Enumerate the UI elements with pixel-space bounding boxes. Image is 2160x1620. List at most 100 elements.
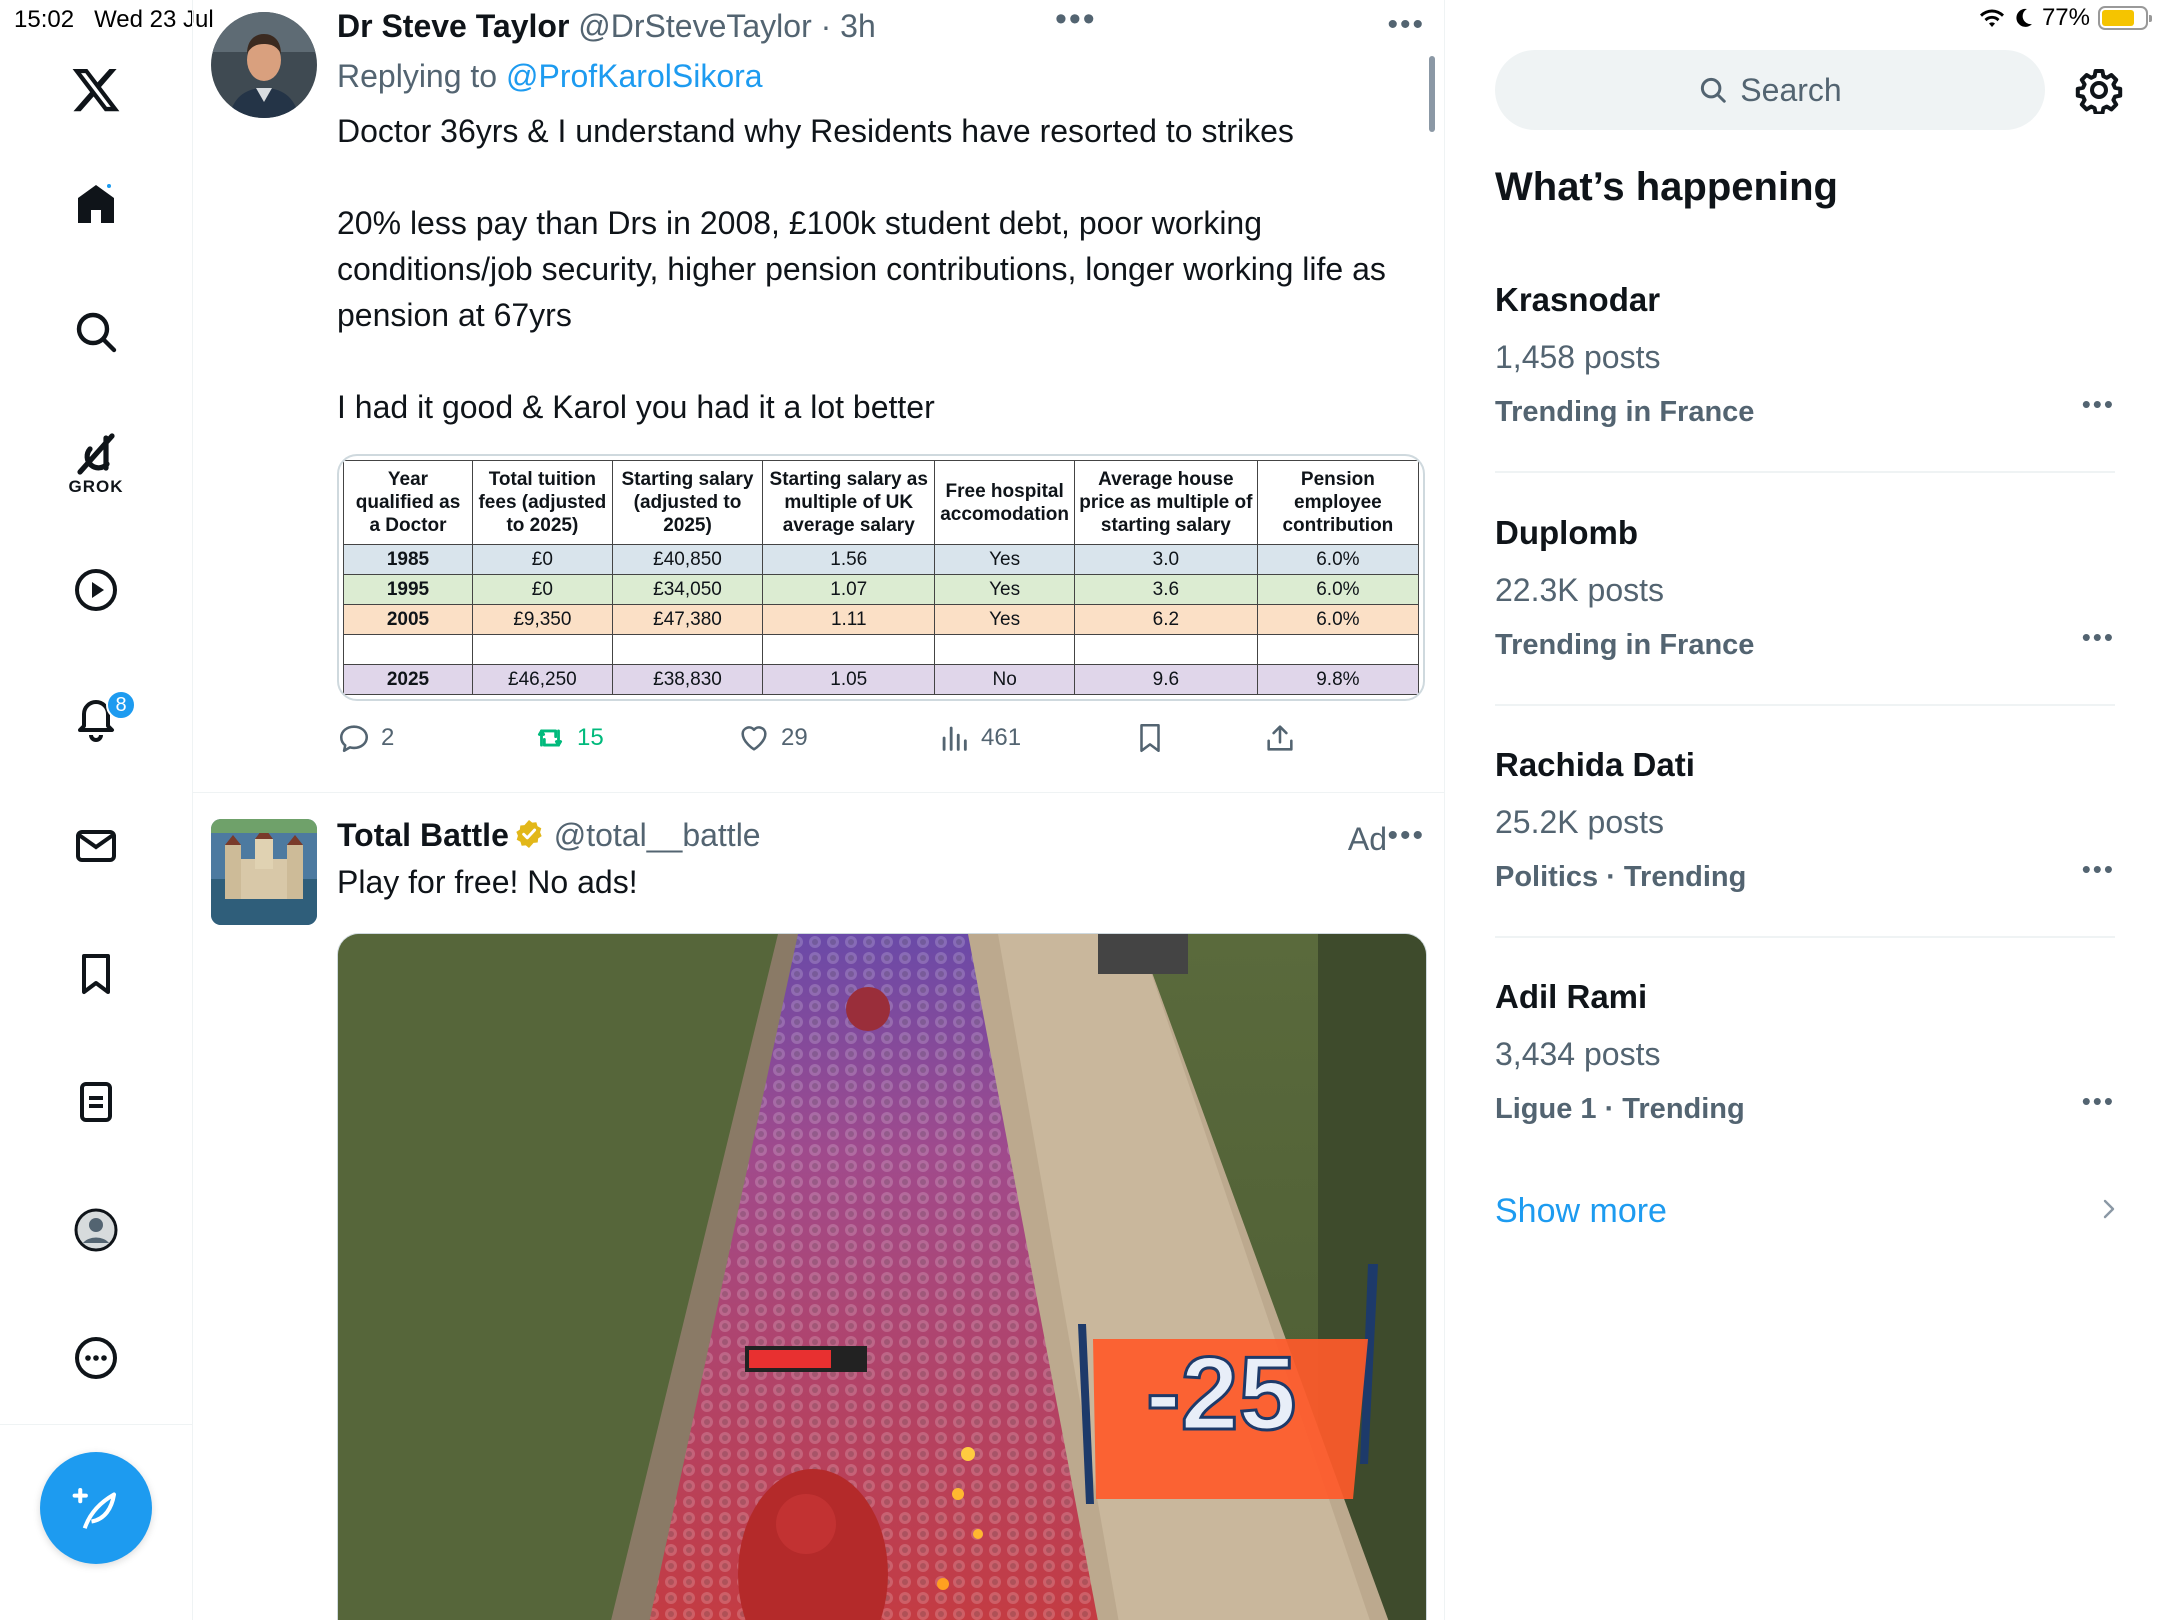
table-cell: 1.07 [762, 574, 936, 605]
trend-more-icon[interactable]: ••• [2082, 389, 2115, 420]
repost-count: 15 [577, 724, 604, 751]
bookmark-button[interactable] [1133, 721, 1167, 755]
avatar-total-battle[interactable] [211, 819, 317, 925]
avatar-dr-steve-taylor[interactable] [211, 12, 317, 118]
notifications-badge: 8 [106, 690, 136, 720]
views-count: 461 [981, 724, 1022, 751]
chevron-right-icon[interactable] [2097, 1194, 2121, 1224]
author-handle[interactable]: @DrSteveTaylor [578, 8, 811, 44]
table-cell: £40,850 [611, 544, 764, 575]
trend-item[interactable]: Krasnodar 1,458 posts Trending in France… [1495, 280, 2115, 430]
table-row: 2005 £9,350 £47,380 1.11 Yes 6.2 6.0% [343, 604, 1420, 635]
tweet-header: Total Battle @total__battle [337, 815, 1427, 855]
table-cell: 9.6 [1074, 664, 1258, 695]
replying-to-label: Replying to [337, 58, 506, 94]
search-icon [1701, 77, 1727, 103]
table-cell: £47,380 [611, 604, 764, 635]
author-handle[interactable]: @total__battle [554, 817, 761, 853]
search-placeholder: Search [1740, 71, 1842, 108]
author-name[interactable]: Dr Steve Taylor [337, 8, 569, 44]
tweet-ad[interactable]: Ad ••• Total Battle @total__battle Play … [193, 793, 1444, 1620]
table-cell: 1.05 [762, 664, 936, 695]
trend-divider [1495, 704, 2115, 706]
whats-happening-title: What’s happening [1495, 165, 1838, 209]
trend-more-icon[interactable]: ••• [2082, 854, 2115, 885]
table-cell: £34,050 [611, 574, 764, 605]
reply-button[interactable]: 2 [337, 721, 394, 755]
video-icon[interactable] [66, 560, 126, 620]
table-cell [1256, 634, 1420, 665]
table-header: Year qualified as a Doctor [343, 460, 473, 545]
search-input[interactable]: Search [1495, 50, 2045, 130]
table-header: Starting salary as multiple of UK averag… [762, 460, 936, 545]
left-navigation: GROK 8 [0, 0, 193, 1620]
tweet-image-table[interactable]: Year qualified as a Doctor Total tuition… [337, 454, 1425, 701]
trend-context: Trending in France [1495, 396, 1755, 428]
tweet-text: Play for free! No ads! [337, 864, 638, 900]
trend-more-icon[interactable]: ••• [2082, 622, 2115, 653]
table-cell: £0 [472, 544, 613, 575]
replying-to: Replying to @ProfKarolSikora [337, 56, 1427, 96]
table-cell: Yes [934, 574, 1075, 605]
table-cell: 2025 [343, 664, 473, 695]
trend-more-icon[interactable]: ••• [2082, 1086, 2115, 1117]
replying-to-handle[interactable]: @ProfKarolSikora [506, 58, 763, 94]
profile-icon[interactable] [66, 1200, 126, 1260]
timeline-scrollbar[interactable] [1429, 56, 1435, 132]
tweet-body: Total Battle @total__battle Play for fre… [337, 815, 1427, 1620]
trend-name: Adil Rami [1495, 978, 1648, 1015]
repost-button[interactable]: 15 [533, 721, 604, 755]
tweet-time[interactable]: · 3h [821, 8, 876, 44]
table-cell: 6.2 [1074, 604, 1258, 635]
ad-video-media[interactable]: -25 [337, 933, 1427, 1620]
explore-search-icon[interactable] [66, 302, 126, 362]
repost-icon [537, 729, 563, 747]
trend-divider [1495, 471, 2115, 473]
share-button[interactable] [1263, 721, 1297, 755]
table-row: 2025 £46,250 £38,830 1.05 No 9.6 9.8% [343, 664, 1420, 695]
salary-comparison-table: Year qualified as a Doctor Total tuition… [343, 460, 1420, 695]
table-cell: £9,350 [472, 604, 613, 635]
table-header: Pension employee contribution [1256, 460, 1420, 545]
views-button[interactable]: 461 [937, 721, 1021, 755]
table-cell [1074, 634, 1258, 665]
heart-icon [741, 726, 767, 751]
table-cell: Yes [934, 604, 1075, 635]
trend-item[interactable]: Duplomb 22.3K posts Trending in France •… [1495, 513, 2115, 663]
trend-post-count: 3,434 posts [1495, 1036, 1661, 1072]
grok-icon[interactable] [66, 424, 126, 484]
messages-icon[interactable] [66, 816, 126, 876]
tweet-reply[interactable]: ••• Dr Steve Taylor @DrSteveTaylor · 3h … [193, 0, 1444, 792]
tweet-actions: 2 15 29 461 [337, 721, 1427, 761]
views-chart-icon [942, 726, 967, 751]
reply-icon [339, 725, 369, 753]
trend-item[interactable]: Adil Rami 3,434 posts Ligue 1 · Trending… [1495, 977, 2115, 1127]
tweet-body: Dr Steve Taylor @DrSteveTaylor · 3h Repl… [337, 6, 1427, 761]
table-header-row: Year qualified as a Doctor Total tuition… [343, 460, 1420, 545]
table-cell: Yes [934, 544, 1075, 575]
trend-item[interactable]: Rachida Dati 25.2K posts Politics · Tren… [1495, 745, 2115, 895]
home-icon[interactable] [66, 174, 126, 234]
x-logo-icon[interactable] [66, 60, 126, 120]
table-cell: £0 [472, 574, 613, 605]
compose-post-button[interactable] [40, 1452, 152, 1564]
table-cell: 1995 [343, 574, 473, 605]
bookmarks-icon[interactable] [66, 944, 126, 1004]
tweet-header: Dr Steve Taylor @DrSteveTaylor · 3h [337, 6, 1427, 46]
author-name[interactable]: Total Battle [337, 817, 509, 853]
show-more-link[interactable]: Show more [1495, 1192, 1667, 1231]
table-cell: 9.8% [1256, 664, 1420, 695]
trend-post-count: 25.2K posts [1495, 804, 1664, 840]
like-button[interactable]: 29 [737, 721, 808, 755]
notifications-icon[interactable]: 8 [66, 688, 136, 748]
table-cell [472, 634, 613, 665]
more-options-icon[interactable] [66, 1328, 126, 1388]
settings-gear-icon[interactable] [2075, 66, 2123, 114]
table-cell: 3.6 [1074, 574, 1258, 605]
table-cell: £46,250 [472, 664, 613, 695]
trend-post-count: 22.3K posts [1495, 572, 1664, 608]
table-cell: 6.0% [1256, 604, 1420, 635]
tweet-text-paragraph: I had it good & Karol you had it a lot b… [337, 389, 935, 425]
lists-icon[interactable] [66, 1072, 126, 1132]
table-cell [611, 634, 764, 665]
